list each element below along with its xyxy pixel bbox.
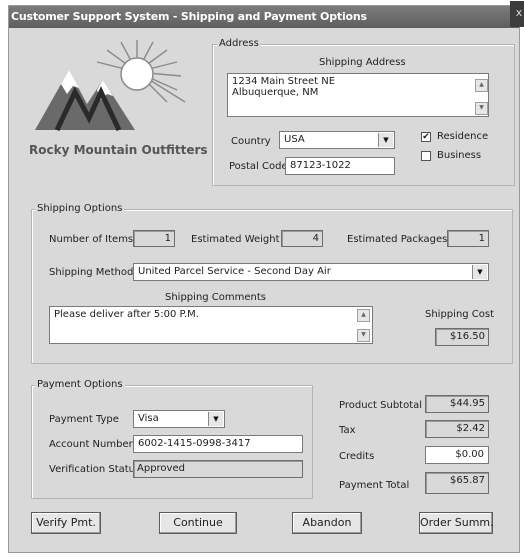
payment-type-dropdown[interactable]: Visa ▼ <box>133 410 225 428</box>
business-checkbox[interactable] <box>421 151 431 161</box>
weight-value: 4 <box>281 230 323 247</box>
items-value: 1 <box>133 230 175 247</box>
country-dropdown[interactable]: USA ▼ <box>279 131 395 149</box>
company-name: Rocky Mountain Outfitters <box>29 143 208 157</box>
verify-payment-button[interactable]: Verify Pmt. <box>31 512 101 534</box>
abandon-button[interactable]: Abandon <box>292 512 362 534</box>
checkmark-icon: ✔ <box>422 132 430 142</box>
product-subtotal-label: Product Subtotal <box>339 400 423 411</box>
verification-status-value: Approved <box>133 460 303 478</box>
credits-label: Credits <box>339 451 375 462</box>
payment-total-label: Payment Total <box>339 480 410 491</box>
shipping-method-label: Shipping Method <box>49 267 134 278</box>
address-group-title: Address <box>217 38 261 49</box>
packages-value: 1 <box>447 230 489 247</box>
country-value: USA <box>284 134 305 145</box>
verification-status-label: Verification Status <box>49 464 141 475</box>
packages-label: Estimated Packages <box>347 234 448 245</box>
address-scroll-up[interactable]: ▲ <box>475 79 488 92</box>
payment-type-label: Payment Type <box>49 414 119 425</box>
order-summary-button[interactable]: Order Summ. <box>419 512 494 534</box>
shipping-method-dropdown[interactable]: United Parcel Service - Second Day Air ▼ <box>133 263 489 281</box>
shipping-comments-label: Shipping Comments <box>165 292 267 303</box>
account-number-label: Account Number <box>49 439 133 450</box>
dropdown-arrow-icon: ▼ <box>208 412 223 426</box>
close-button[interactable]: x <box>510 1 524 27</box>
tax-value: $2.42 <box>425 420 489 438</box>
credits-field[interactable]: $0.00 <box>425 446 489 464</box>
shipping-address-label: Shipping Address <box>319 57 406 68</box>
payment-total-value: $65.87 <box>425 472 489 494</box>
shipping-options-title: Shipping Options <box>35 203 125 214</box>
payment-options-title: Payment Options <box>35 379 125 390</box>
continue-button[interactable]: Continue <box>159 512 237 534</box>
tax-label: Tax <box>339 425 356 436</box>
shipping-address-field[interactable]: 1234 Main Street NE Albuquerque, NM <box>227 73 489 117</box>
business-label: Business <box>437 150 482 161</box>
comments-scroll-down[interactable]: ▼ <box>357 329 370 342</box>
postal-code-field[interactable]: 87123-1022 <box>285 157 395 175</box>
account-number-field[interactable]: 6002-1415-0998-3417 <box>133 435 303 453</box>
window-title: Customer Support System - Shipping and P… <box>11 10 367 23</box>
weight-label: Estimated Weight <box>191 234 280 245</box>
dropdown-arrow-icon: ▼ <box>378 133 393 147</box>
address-scroll-down[interactable]: ▼ <box>475 102 488 115</box>
shipping-payment-window: Customer Support System - Shipping and P… <box>8 1 524 553</box>
title-bar: Customer Support System - Shipping and P… <box>9 6 519 28</box>
country-label: Country <box>231 136 271 147</box>
postal-code-label: Postal Code <box>229 161 288 172</box>
residence-label: Residence <box>437 131 489 142</box>
shipping-method-value: United Parcel Service - Second Day Air <box>138 266 331 277</box>
items-label: Number of Items <box>49 234 134 245</box>
dropdown-arrow-icon: ▼ <box>472 265 487 279</box>
shipping-cost-label: Shipping Cost <box>425 309 495 320</box>
company-logo <box>35 40 186 132</box>
comments-scroll-up[interactable]: ▲ <box>357 309 370 322</box>
shipping-cost-value: $16.50 <box>435 328 489 346</box>
shipping-comments-field[interactable]: Please deliver after 5:00 P.M. <box>49 306 373 344</box>
residence-checkbox[interactable]: ✔ <box>421 132 431 142</box>
product-subtotal-value: $44.95 <box>425 395 489 413</box>
payment-type-value: Visa <box>138 413 159 424</box>
